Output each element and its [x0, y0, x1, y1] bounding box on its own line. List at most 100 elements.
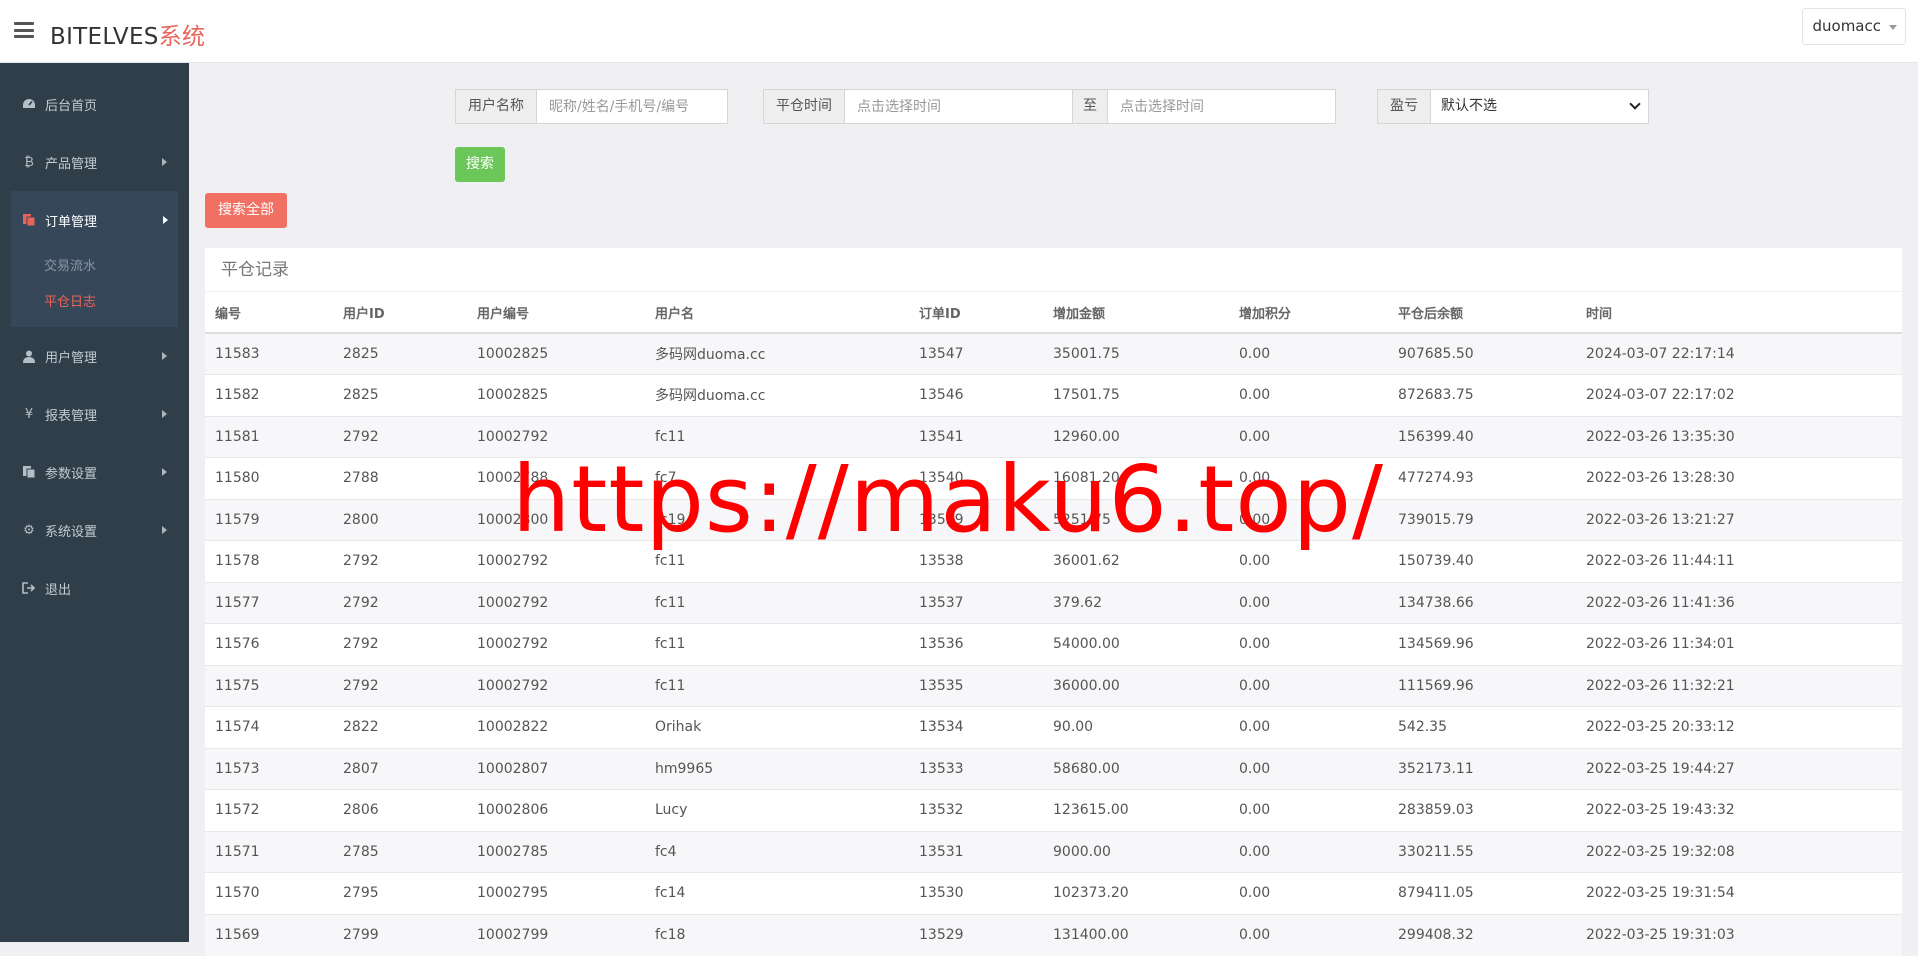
- table-cell: 10002785: [467, 830, 645, 873]
- sidebar-item-orders[interactable]: 订单管理: [11, 191, 178, 249]
- sidebar-item-users[interactable]: 用户管理: [0, 327, 189, 385]
- table-row: 11582 2825 10002825 多码网duoma.cc 13546 17501.7…: [205, 374, 1902, 416]
- table-cell: 0.00: [1229, 457, 1388, 499]
- table-cell: 13532: [909, 789, 1043, 831]
- table-cell: 123615.00: [1043, 789, 1229, 831]
- table-cell: 0.00: [1229, 747, 1388, 790]
- column-header: 平仓后余额: [1388, 292, 1576, 334]
- yen-icon: ¥: [24, 406, 34, 422]
- sidebar-item-label: 退出: [45, 582, 72, 598]
- username-input[interactable]: [537, 89, 728, 124]
- table-cell: 2800: [333, 498, 467, 541]
- table-cell: Orihak: [645, 706, 909, 748]
- table-cell: 2795: [333, 872, 467, 914]
- table-cell: fc11: [645, 623, 909, 665]
- table-cell: 13534: [909, 706, 1043, 748]
- table-cell: Lucy: [645, 789, 909, 831]
- column-header: 用户编号: [467, 292, 645, 334]
- table-cell: 283859.03: [1388, 789, 1576, 831]
- table-cell: 134569.96: [1388, 623, 1576, 665]
- copy-icon: [21, 464, 37, 480]
- table-cell: 11581: [205, 415, 333, 458]
- table-cell: 13541: [909, 415, 1043, 458]
- table-cell: 477274.93: [1388, 457, 1576, 499]
- table-cell: 11572: [205, 789, 333, 831]
- table-cell: 299408.32: [1388, 913, 1576, 956]
- sidebar-item-system[interactable]: ⚙ 系统设置: [0, 501, 189, 559]
- table-cell: 2022-03-26 13:28:30: [1576, 457, 1902, 499]
- top-bar: BITELVES系统 duomacc: [0, 0, 1918, 63]
- caret-right-icon: [162, 352, 167, 360]
- table-cell: 2022-03-26 11:32:21: [1576, 664, 1902, 707]
- table-cell: 多码网duoma.cc: [645, 332, 909, 375]
- table-cell: 17501.75: [1043, 374, 1229, 416]
- table-cell: 多码网duoma.cc: [645, 374, 909, 416]
- table-cell: fc18: [645, 913, 909, 956]
- time-label: 平仓时间: [763, 89, 845, 124]
- table-cell: 2022-03-25 19:31:03: [1576, 913, 1902, 956]
- table-cell: 2022-03-25 20:33:12: [1576, 706, 1902, 748]
- table-cell: 2024-03-07 22:17:02: [1576, 374, 1902, 416]
- chevron-down-icon: [1629, 98, 1641, 110]
- table-cell: 352173.11: [1388, 747, 1576, 790]
- table-row: 11577 2792 10002792 fc11 13537 379.62 0.00 1347…: [205, 581, 1902, 624]
- table-cell: 2788: [333, 457, 467, 499]
- sidebar-item-products[interactable]: ₿ 产品管理: [0, 133, 189, 191]
- sidebar-item-label: 系统设置: [45, 524, 98, 540]
- table-cell: 36000.00: [1043, 664, 1229, 707]
- time-end-input[interactable]: [1108, 89, 1336, 124]
- table-cell: 2792: [333, 664, 467, 707]
- table-row: 11578 2792 10002792 fc11 13538 36001.62 0.00 15…: [205, 540, 1902, 582]
- column-header: 增加金额: [1043, 292, 1229, 334]
- table-cell: 10002795: [467, 872, 645, 914]
- table-cell: 10002800: [467, 498, 645, 541]
- table-cell: 11577: [205, 581, 333, 624]
- search-all-button[interactable]: 搜索全部: [205, 193, 287, 228]
- column-header: 用户ID: [333, 292, 467, 334]
- table-cell: 0.00: [1229, 664, 1388, 707]
- table-cell: 11573: [205, 747, 333, 790]
- table-cell: 11579: [205, 498, 333, 541]
- table-cell: 0.00: [1229, 872, 1388, 914]
- table-cell: 9000.00: [1043, 830, 1229, 873]
- table-cell: 10002792: [467, 664, 645, 707]
- pnl-selected-value: 默认不选: [1441, 98, 1497, 114]
- table-cell: 150739.40: [1388, 540, 1576, 582]
- search-button[interactable]: 搜索: [455, 147, 505, 182]
- table-cell: 2022-03-25 19:32:08: [1576, 830, 1902, 873]
- table-cell: 11580: [205, 457, 333, 499]
- table-cell: 330211.55: [1388, 830, 1576, 873]
- table-cell: 10002806: [467, 789, 645, 831]
- sidebar-subitem-close-log[interactable]: 平仓日志: [11, 285, 178, 321]
- table-cell: 10002792: [467, 415, 645, 458]
- main-content: 用户名称 平仓时间 至 盈亏 默认不选 搜索 搜索全部 平仓记录 编号用户ID用…: [189, 63, 1918, 956]
- table-cell: 2022-03-26 11:44:11: [1576, 540, 1902, 582]
- table-cell: 2807: [333, 747, 467, 790]
- time-start-input[interactable]: [845, 89, 1073, 124]
- table-cell: 11583: [205, 332, 333, 375]
- table-cell: 13530: [909, 872, 1043, 914]
- brand-accent: 系统: [158, 24, 206, 50]
- sidebar-item-logout[interactable]: 退出: [0, 559, 189, 617]
- table-cell: 2022-03-25 19:31:54: [1576, 872, 1902, 914]
- sidebar-subitem-trade-flow[interactable]: 交易流水: [11, 249, 178, 285]
- table-cell: 872683.75: [1388, 374, 1576, 416]
- table-cell: 10002807: [467, 747, 645, 790]
- brand-logo: BITELVES系统: [50, 17, 205, 51]
- sidebar-item-reports[interactable]: ¥ 报表管理: [0, 385, 189, 443]
- pnl-select[interactable]: 默认不选: [1431, 89, 1649, 124]
- user-dropdown[interactable]: duomacc: [1802, 8, 1906, 45]
- sidebar-item-params[interactable]: 参数设置: [0, 443, 189, 501]
- table-cell: 2806: [333, 789, 467, 831]
- table-cell: 0.00: [1229, 540, 1388, 582]
- table-cell: 36001.62: [1043, 540, 1229, 582]
- menu-toggle-icon[interactable]: [14, 22, 34, 38]
- sidebar-item-dashboard[interactable]: 后台首页: [0, 75, 189, 133]
- table-cell: fc11: [645, 581, 909, 624]
- table-row: 11572 2806 10002806 Lucy 13532 123615.00 0.00 2…: [205, 789, 1902, 831]
- table-cell: 11570: [205, 872, 333, 914]
- table-cell: 11576: [205, 623, 333, 665]
- table-cell: 10002822: [467, 706, 645, 748]
- table-cell: 739015.79: [1388, 498, 1576, 541]
- table-cell: fc14: [645, 872, 909, 914]
